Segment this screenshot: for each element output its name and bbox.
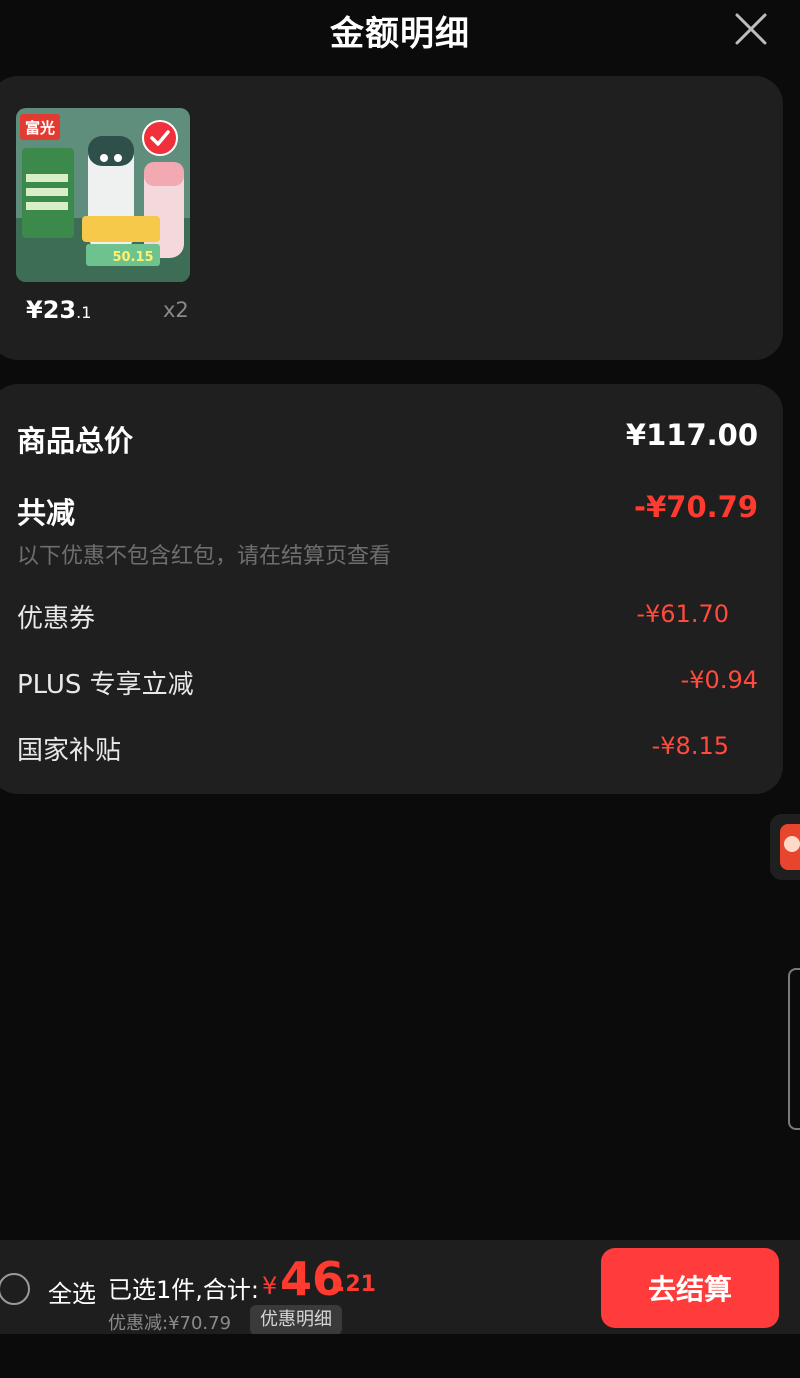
discount-item-value: -¥8.15 — [651, 732, 729, 760]
product-thumbnail[interactable]: 富光 50.15 — [16, 108, 190, 282]
thumb-price-text: 50.15 — [112, 250, 153, 265]
price-main: ¥23 — [26, 296, 77, 324]
discount-item-value: -¥0.94 — [680, 666, 758, 694]
reduce-value: -¥70.79 — [634, 490, 758, 524]
product-quantity: x2 — [163, 298, 189, 322]
total-amount-dec: .21 — [337, 1272, 376, 1297]
reduce-label: 共减 — [17, 496, 76, 530]
discount-item-value: -¥61.70 — [636, 600, 729, 628]
total-currency: ¥ — [262, 1272, 278, 1300]
product-price: ¥23.1 — [26, 296, 91, 324]
thumb-brand-text: 富光 — [25, 119, 55, 137]
amount-detail-sheet: 金额明细 富光 50.15 ¥23.1 x2 商品总价 ¥117.00 共减 -… — [0, 0, 800, 1378]
side-drawer-handle[interactable] — [788, 968, 800, 1130]
product-card: 富光 50.15 — [0, 76, 783, 360]
total-value: ¥117.00 — [625, 418, 758, 452]
price-small: .1 — [76, 303, 92, 322]
total-amount-int: 46 — [280, 1252, 345, 1306]
select-all-label[interactable]: 全选 — [48, 1274, 96, 1309]
selected-summary: 已选1件,合计: — [108, 1276, 259, 1304]
checkout-button[interactable]: 去结算 — [601, 1248, 779, 1328]
bottom-safe-area — [0, 1334, 800, 1378]
total-label: 商品总价 — [17, 424, 134, 458]
discount-item-label: 优惠券 — [17, 604, 96, 634]
discount-note: 以下优惠不包含红包，请在结算页查看 — [17, 544, 392, 569]
discount-detail-button[interactable]: 优惠明细 — [250, 1305, 342, 1335]
page-title: 金额明细 — [330, 14, 470, 54]
discount-item-label: PLUS 专享立减 — [17, 670, 194, 700]
selected-check-icon[interactable] — [142, 120, 178, 156]
floating-app-icon[interactable] — [770, 814, 800, 880]
discount-item-label: 国家补贴 — [17, 736, 122, 766]
discount-summary: 优惠减:¥70.79 — [108, 1313, 232, 1334]
close-icon[interactable] — [732, 10, 770, 48]
